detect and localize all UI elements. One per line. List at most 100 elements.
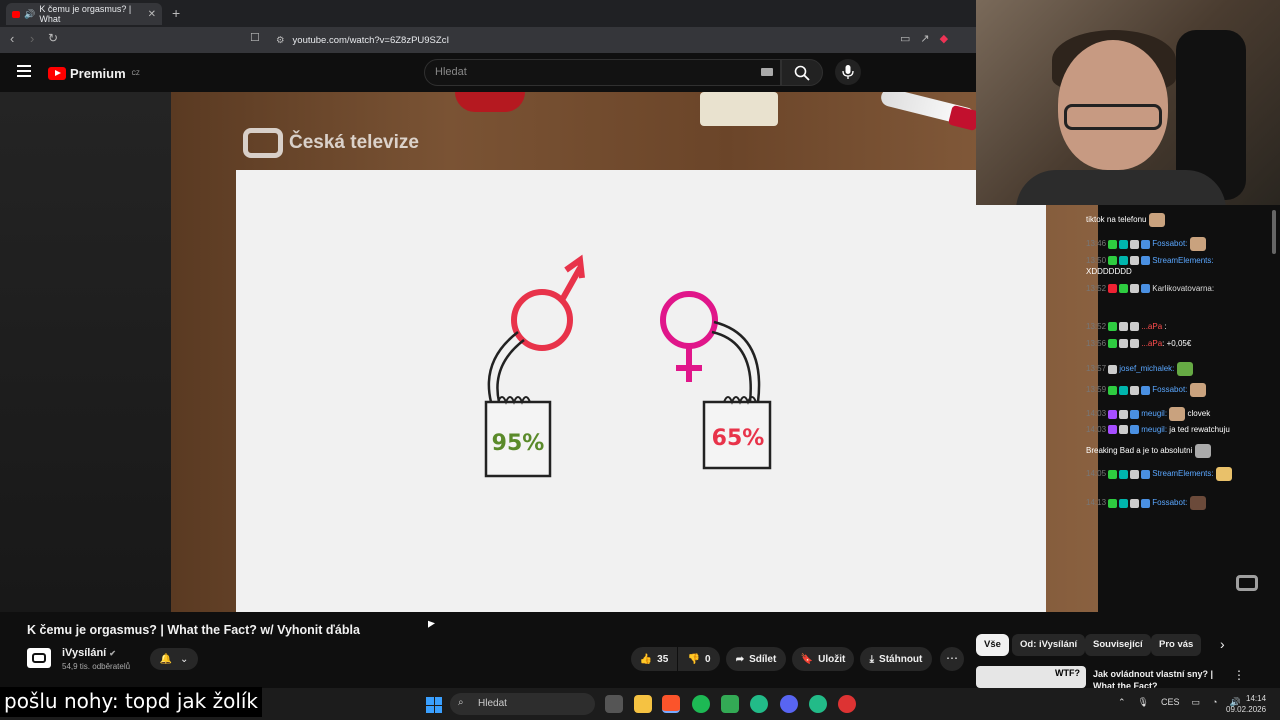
stamp-prop (700, 92, 778, 126)
emote-icon (1169, 407, 1186, 421)
share-button[interactable]: ➦ Sdílet (726, 647, 786, 671)
video-player[interactable]: 95% 65% Česká televize (0, 92, 1098, 612)
cast-icon[interactable]: ▭ (900, 32, 910, 45)
channel-avatar[interactable] (27, 648, 51, 668)
voice-search-button[interactable] (835, 59, 861, 85)
search-input[interactable]: Hledat (424, 59, 781, 86)
chip-from-channel[interactable]: Od: iVysílání (1012, 634, 1086, 656)
bookmark-save-icon: 🔖 (800, 653, 814, 665)
file-explorer-icon[interactable] (634, 695, 652, 713)
chat-message: 13:59 Fossabot: (1086, 383, 1272, 397)
search-icon (794, 65, 810, 81)
display-icon[interactable]: ▭ (1192, 697, 1201, 708)
site-info-icon[interactable]: ⚙ (276, 35, 285, 46)
tab-title: K čemu je orgasmus? | What (39, 4, 132, 24)
chevron-right-icon[interactable]: › (1220, 636, 1225, 652)
app-icon[interactable] (809, 695, 827, 713)
brave-browser-icon[interactable] (662, 695, 680, 713)
like-count: 35 (657, 653, 669, 665)
chat-message: tiktok na telefonu (1086, 213, 1272, 227)
chat-message: 13:56 ...aPa: +0,05€ (1086, 339, 1192, 349)
chili-pepper-prop (455, 92, 525, 112)
emote-icon (1148, 213, 1165, 227)
chat-message: 13:57 josef_michalek: (1086, 362, 1272, 376)
subtitle-overlay: pošlu nohy: topd jak žolík (0, 687, 263, 717)
logo-text: Premium (70, 66, 126, 81)
new-tab-icon[interactable]: + (172, 5, 180, 21)
youtube-favicon-icon (12, 10, 21, 18)
taskbar-clock[interactable]: 14:14 09.02.2026 (1226, 693, 1266, 715)
streamer-glasses (1064, 104, 1162, 130)
video-title: K čemu je orgasmus? | What the Fact? w/ … (27, 623, 360, 637)
chat-message: 13:52 ...aPa : (1086, 322, 1167, 332)
app-icon[interactable] (721, 695, 739, 713)
search-button[interactable] (781, 59, 823, 86)
chip-related[interactable]: Související (1085, 634, 1151, 656)
like-button[interactable]: 👍 35 (631, 647, 677, 671)
youtube-logo[interactable]: Premium CZ (48, 66, 140, 81)
forward-icon[interactable]: › (30, 31, 34, 46)
recommendation-title[interactable]: Jak ovládnout vlastní sny? | What the Fa… (1093, 668, 1218, 688)
ct-logo-icon (243, 128, 283, 158)
chat-scrollbar[interactable] (1272, 210, 1276, 254)
wifi-icon[interactable]: ◔ (1212, 697, 1217, 708)
reload-icon[interactable]: ↻ (48, 31, 58, 45)
speaker-icon[interactable]: 🔊 (24, 9, 35, 20)
windows-start-icon[interactable] (426, 697, 442, 713)
kebab-menu-icon[interactable]: ⋮ (1233, 668, 1245, 682)
youtube-play-icon (48, 67, 66, 80)
emote-icon (1189, 237, 1206, 251)
back-icon[interactable]: ‹ (10, 31, 14, 46)
emote-icon (1215, 467, 1232, 481)
chat-message: 13:52 Karlikovatovarna: (1086, 284, 1215, 294)
microphone-icon[interactable]: 🎙 (1138, 697, 1149, 708)
app-icon[interactable] (750, 695, 768, 713)
save-button[interactable]: 🔖 Uložit (792, 647, 854, 671)
chat-message: 14:13 Fossabot: (1086, 496, 1272, 510)
female-percent-label: 65% (712, 426, 765, 451)
spotify-icon[interactable] (692, 695, 710, 713)
emote-icon (1194, 444, 1211, 458)
keyboard-icon[interactable] (761, 68, 773, 76)
notifications-button[interactable]: 🔔 ⌄ (150, 648, 198, 670)
share-icon[interactable]: ↗ (920, 32, 929, 45)
share-arrow-icon: ➦ (735, 653, 745, 665)
female-symbol-icon (660, 291, 718, 349)
chevron-up-icon[interactable]: ⌃ (1118, 697, 1126, 708)
close-tab-icon[interactable]: ✕ (148, 9, 156, 20)
bookmark-icon[interactable]: ☐ (250, 31, 260, 44)
download-button[interactable]: ⤓ Stáhnout (860, 647, 932, 671)
microphone-icon (842, 65, 854, 79)
broadcaster-name: Česká televize (289, 132, 419, 153)
chip-all[interactable]: Vše (976, 634, 1009, 656)
hamburger-menu-icon[interactable] (17, 65, 31, 80)
recommendation-thumbnail[interactable]: WTF? (976, 666, 1086, 688)
chat-message: 14:05 StreamElements: (1086, 467, 1272, 481)
task-view-icon[interactable] (605, 695, 623, 713)
more-actions-icon[interactable]: ⋯ (940, 647, 964, 671)
browser-tab[interactable]: 🔊 K čemu je orgasmus? | What ✕ (6, 3, 162, 25)
download-icon: ⤓ (869, 653, 875, 665)
app-icon[interactable] (838, 695, 856, 713)
chat-message: 14:03 meugil: clovek (1086, 407, 1272, 421)
extension-icon[interactable]: ◆ (940, 32, 948, 45)
chat-message: 13:46 Fossabot: (1086, 237, 1272, 251)
male-symbol-icon (511, 289, 573, 351)
streamer-shirt (1016, 170, 1226, 205)
search-icon: ⌕ (458, 697, 464, 708)
chat-message: 13:50 StreamElements: XDDDDDDD (1086, 256, 1214, 276)
thumbs-up-icon: 👍 (639, 653, 653, 665)
chip-for-you[interactable]: Pro vás (1151, 634, 1202, 656)
language-indicator[interactable]: CES (1161, 697, 1180, 708)
taskbar-search[interactable]: ⌕ Hledat (450, 693, 595, 715)
video-letterbox (0, 92, 171, 612)
url-field[interactable]: ⚙ youtube.com/watch?v=6Z8zPU9SZcI (268, 30, 968, 50)
male-percent-label: 95% (492, 431, 545, 456)
dislike-button[interactable]: 👎 0 (678, 647, 720, 671)
discord-icon[interactable] (780, 695, 798, 713)
channel-name[interactable]: iVysílání ✔ (62, 647, 116, 659)
url-text: youtube.com/watch?v=6Z8zPU9SZcI (292, 34, 450, 46)
emote-icon (1189, 383, 1206, 397)
dislike-count: 0 (704, 653, 711, 665)
chevron-down-icon: ⌄ (180, 653, 189, 665)
